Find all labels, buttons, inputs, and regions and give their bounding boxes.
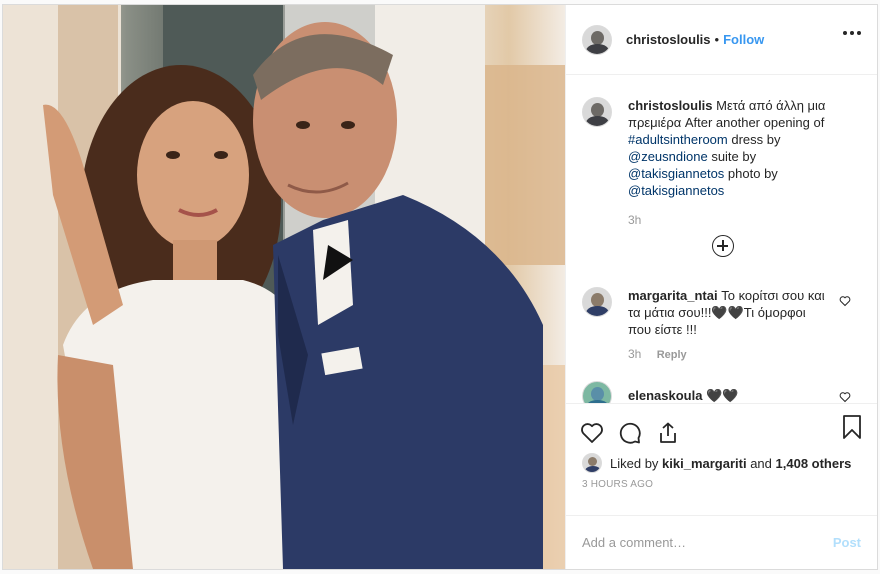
caption-text-3: suite by	[707, 149, 757, 164]
photo-illustration	[3, 5, 565, 569]
likes-text: Liked by kiki_margariti and 1,408 others	[610, 456, 851, 471]
mention-link-1[interactable]: @zeusndione	[628, 149, 708, 164]
caption-time-text: 3h	[628, 213, 642, 227]
caption: christosloulis Μετά από άλλη μια πρεμιέρ…	[582, 97, 861, 199]
comment-item: margarita_ntai Το κορίτσι σου και τα μάτ…	[582, 287, 861, 338]
caption-text-2: dress by	[727, 132, 781, 147]
liker-avatar[interactable]	[582, 453, 602, 473]
caption-username[interactable]: christosloulis	[628, 98, 713, 113]
bookmark-icon[interactable]	[841, 414, 863, 440]
comment-body: 🖤🖤	[706, 388, 739, 403]
heart-icon[interactable]	[580, 421, 604, 445]
comment-text: margarita_ntai Το κορίτσι σου και τα μάτ…	[628, 287, 828, 338]
commenter-avatar[interactable]	[582, 381, 612, 403]
author-username[interactable]: christosloulis	[626, 32, 711, 47]
comment-username[interactable]: margarita_ntai	[628, 288, 718, 303]
post-side-panel: christosloulis • Follow christosloulis Μ…	[565, 5, 877, 569]
mention-link-3[interactable]: @takisgiannetos	[628, 183, 724, 198]
share-icon[interactable]	[656, 421, 680, 445]
load-more-comments-icon[interactable]	[712, 235, 734, 257]
caption-text: christosloulis Μετά από άλλη μια πρεμιέρ…	[628, 97, 828, 199]
likes-summary: Liked by kiki_margariti and 1,408 others	[566, 451, 877, 475]
post-timestamp: 3 HOURS AGO	[582, 479, 654, 490]
add-comment-bar: Post	[566, 515, 877, 569]
post-comment-button[interactable]: Post	[833, 535, 861, 550]
author-avatar[interactable]	[582, 24, 612, 55]
comment-text: elenaskoula 🖤🖤	[628, 387, 828, 403]
likes-middle: and	[746, 455, 776, 471]
post-actions	[566, 403, 877, 451]
comment-meta: 3h Reply	[628, 347, 861, 361]
comment-time: 3h	[628, 347, 642, 361]
header-separator: •	[714, 32, 720, 47]
comment-heart-icon[interactable]	[839, 295, 851, 307]
post-header: christosloulis • Follow	[566, 5, 877, 75]
mention-link-2[interactable]: @takisgiannetos	[628, 166, 724, 181]
comment-icon[interactable]	[618, 421, 642, 445]
caption-avatar[interactable]	[582, 97, 612, 127]
instagram-post: christosloulis • Follow christosloulis Μ…	[2, 4, 878, 570]
comments-list[interactable]: christosloulis Μετά από άλλη μια πρεμιέρ…	[566, 75, 877, 403]
comment-input[interactable]	[582, 535, 833, 550]
ellipsis-icon[interactable]	[843, 31, 861, 35]
comment-heart-icon[interactable]	[839, 391, 851, 403]
commenter-avatar[interactable]	[582, 287, 612, 317]
caption-text-4: photo by	[724, 166, 778, 181]
reply-button[interactable]: Reply	[657, 349, 687, 361]
comment-username[interactable]: elenaskoula	[628, 388, 702, 403]
likes-count[interactable]: 1,408 others	[776, 456, 852, 471]
post-photo[interactable]	[3, 5, 565, 569]
follow-button[interactable]: Follow	[723, 32, 764, 47]
liker-username[interactable]: kiki_margariti	[662, 456, 747, 471]
hashtag-link[interactable]: #adultsintheroom	[628, 132, 728, 147]
likes-prefix: Liked by	[610, 455, 663, 471]
caption-time: 3h	[628, 213, 861, 227]
comment-item: elenaskoula 🖤🖤	[582, 381, 861, 403]
